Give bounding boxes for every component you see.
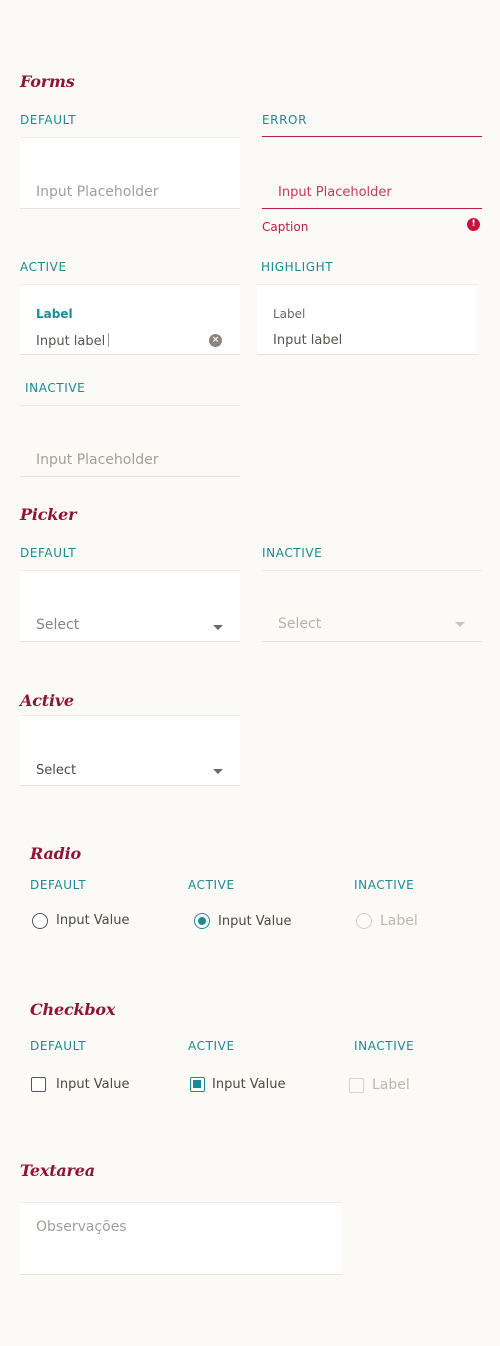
- picker-default-state-label: DEFAULT: [20, 546, 77, 560]
- forms-highlight-state-label: HIGHLIGHT: [261, 260, 334, 274]
- active-input-label: Label: [36, 307, 73, 321]
- default-picker[interactable]: Select: [20, 570, 240, 642]
- chevron-down-icon: [213, 625, 223, 630]
- forms-error-state-label: ERROR: [262, 113, 308, 127]
- clear-icon[interactable]: ×: [209, 334, 222, 347]
- inactive-picker-value: Select: [278, 616, 322, 632]
- checkbox-inactive-state-label: INACTIVE: [354, 1039, 415, 1053]
- radio-inactive-label: Label: [380, 913, 418, 929]
- highlight-input-label: Label: [273, 307, 306, 321]
- checkbox-inactive: [349, 1078, 364, 1093]
- picker-inactive-state-label: INACTIVE: [262, 546, 323, 560]
- radio-inactive: [356, 913, 372, 929]
- default-text-input[interactable]: Input Placeholder: [20, 137, 240, 209]
- forms-inactive-state-label: INACTIVE: [25, 381, 86, 395]
- chevron-down-icon: [213, 769, 223, 774]
- forms-section-title: Forms: [20, 72, 75, 91]
- default-input-placeholder: Input Placeholder: [36, 184, 159, 200]
- error-caption: Caption: [262, 220, 309, 234]
- radio-active-label[interactable]: Input Value: [218, 914, 292, 929]
- checkbox-default[interactable]: [31, 1077, 46, 1092]
- checkbox-active[interactable]: [190, 1077, 205, 1092]
- radio-default[interactable]: [32, 913, 48, 929]
- inactive-text-input: Input Placeholder: [20, 405, 240, 477]
- checkbox-inactive-label: Label: [372, 1077, 410, 1093]
- checkbox-default-label[interactable]: Input Value: [56, 1077, 130, 1092]
- active-picker[interactable]: Select: [20, 715, 240, 786]
- chevron-down-icon: [455, 622, 465, 627]
- highlight-input-value: Input label: [273, 333, 343, 348]
- active-input-value: Input label: [36, 334, 106, 349]
- forms-default-state-label: DEFAULT: [20, 113, 77, 127]
- radio-section-title: Radio: [30, 844, 81, 863]
- error-text-input[interactable]: Input Placeholder: [262, 136, 482, 209]
- forms-active-state-label: ACTIVE: [20, 260, 67, 274]
- picker-section-title: Picker: [20, 505, 77, 524]
- checkbox-active-state-label: ACTIVE: [188, 1039, 235, 1053]
- observacoes-textarea[interactable]: Observações: [20, 1202, 341, 1275]
- inactive-picker: Select: [262, 570, 482, 642]
- active-input-value-wrap: Input label: [36, 333, 110, 349]
- alert-icon: !: [467, 218, 480, 231]
- highlight-text-input[interactable]: Label Input label: [257, 284, 477, 355]
- error-input-placeholder: Input Placeholder: [278, 185, 392, 200]
- inactive-input-placeholder: Input Placeholder: [36, 452, 159, 468]
- radio-default-state-label: DEFAULT: [30, 878, 87, 892]
- active-text-input[interactable]: Label Input label ×: [20, 284, 240, 355]
- default-picker-value: Select: [36, 617, 80, 633]
- picker-active-title: Active: [20, 691, 74, 710]
- text-cursor: [108, 333, 110, 347]
- textarea-section-title: Textarea: [20, 1161, 95, 1180]
- radio-active-state-label: ACTIVE: [188, 878, 235, 892]
- checkbox-section-title: Checkbox: [30, 1000, 116, 1019]
- active-picker-value: Select: [36, 763, 77, 778]
- checkbox-default-state-label: DEFAULT: [30, 1039, 87, 1053]
- radio-default-label[interactable]: Input Value: [56, 913, 130, 928]
- radio-active[interactable]: [194, 913, 210, 929]
- checkbox-active-label[interactable]: Input Value: [212, 1077, 286, 1092]
- radio-inactive-state-label: INACTIVE: [354, 878, 415, 892]
- textarea-placeholder: Observações: [36, 1219, 127, 1235]
